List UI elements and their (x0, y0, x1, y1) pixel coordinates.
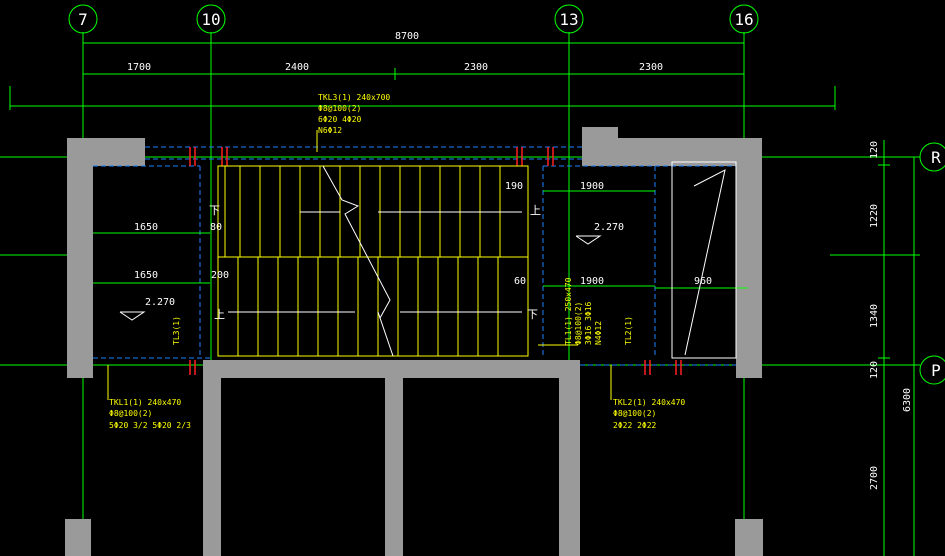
dim-190: 190 (505, 181, 523, 192)
tkl3-line-3: 6Φ20 4Φ20 (318, 115, 362, 124)
tkl2-line-2: Φ8@100(2) (613, 409, 656, 418)
walls (65, 127, 763, 556)
axis-label-13: 13 (559, 10, 578, 29)
axis-label-10: 10 (201, 10, 220, 29)
elevation-right: 2.270 (594, 222, 624, 233)
dim-960: 960 (694, 276, 712, 287)
dim-right-120-bottom: 120 (869, 361, 880, 379)
stair-runs (217, 165, 529, 357)
dim-1900-lower: 1900 (580, 276, 604, 287)
dim-bay-1: 1700 (127, 62, 151, 73)
stair-down-mark-lower: 下 (527, 308, 538, 321)
axis-label-7: 7 (78, 10, 88, 29)
tl1-line-2: Φ8@100(2) (574, 302, 583, 345)
tkl3-line-4: N6Φ12 (318, 126, 342, 135)
elevation-left: 2.270 (145, 297, 175, 308)
dim-1650-lower: 1650 (134, 270, 158, 281)
tl1-line-1: TL1(1) 250x470 (564, 277, 573, 345)
dim-right-1220: 1220 (869, 204, 880, 228)
dim-overall: 8700 (395, 31, 419, 42)
stair-up-mark-lower: 上 (214, 308, 225, 321)
stair-up-mark-upper: 上 (530, 204, 541, 217)
dim-right-6300: 6300 (902, 388, 913, 412)
hidden-beams (93, 146, 736, 366)
axis-label-16: 16 (734, 10, 753, 29)
tkl2-line-1: TKL2(1) 240x470 (613, 398, 685, 407)
axis-bubbles-right: R P (919, 142, 945, 385)
dim-1650-upper: 1650 (134, 222, 158, 233)
dim-bay-4: 2300 (639, 62, 663, 73)
right-opening (671, 161, 737, 359)
tl2-label: TL2(1) (624, 316, 633, 345)
tkl1-line-2: Φ8@100(2) (109, 409, 152, 418)
dim-bay-2: 2400 (285, 62, 309, 73)
tl3-label: TL3(1) (172, 316, 181, 345)
tkl3-line-2: Φ8@100(2) (318, 104, 361, 113)
dim-right-120-top: 120 (869, 141, 880, 159)
stair-plan-drawing: 7 10 13 16 R P 8700 1700 2400 2300 2300 … (0, 4, 945, 556)
tkl2-line-3: 2Φ22 2Φ22 (613, 421, 657, 430)
top-dimensions (9, 42, 836, 110)
dim-1900-upper: 1900 (580, 181, 604, 192)
tkl1-line-1: TKL1(1) 240x470 (109, 398, 181, 407)
tkl1-line-3: 5Φ20 3/2 5Φ20 2/3 (109, 421, 191, 430)
axis-label-p: P (931, 361, 941, 380)
axis-bubbles-top: 7 10 13 16 (68, 4, 759, 34)
dim-60: 60 (514, 276, 526, 287)
stair-down-mark-upper: 下 (209, 204, 220, 217)
dim-bay-3: 2300 (464, 62, 488, 73)
right-dimensions (878, 140, 920, 556)
grid-lines (0, 32, 920, 556)
dim-80: 80 (210, 222, 222, 233)
tl1-line-3: 3Φ16 3Φ16 (584, 301, 593, 345)
tl1-line-4: N4Φ12 (594, 321, 603, 345)
dim-200: 200 (211, 270, 229, 281)
axis-label-r: R (931, 148, 941, 167)
dim-right-1340: 1340 (869, 304, 880, 328)
dim-right-2700: 2700 (869, 466, 880, 490)
rebar-marks (189, 147, 682, 375)
tkl3-line-1: TKL3(1) 240x700 (318, 93, 390, 102)
